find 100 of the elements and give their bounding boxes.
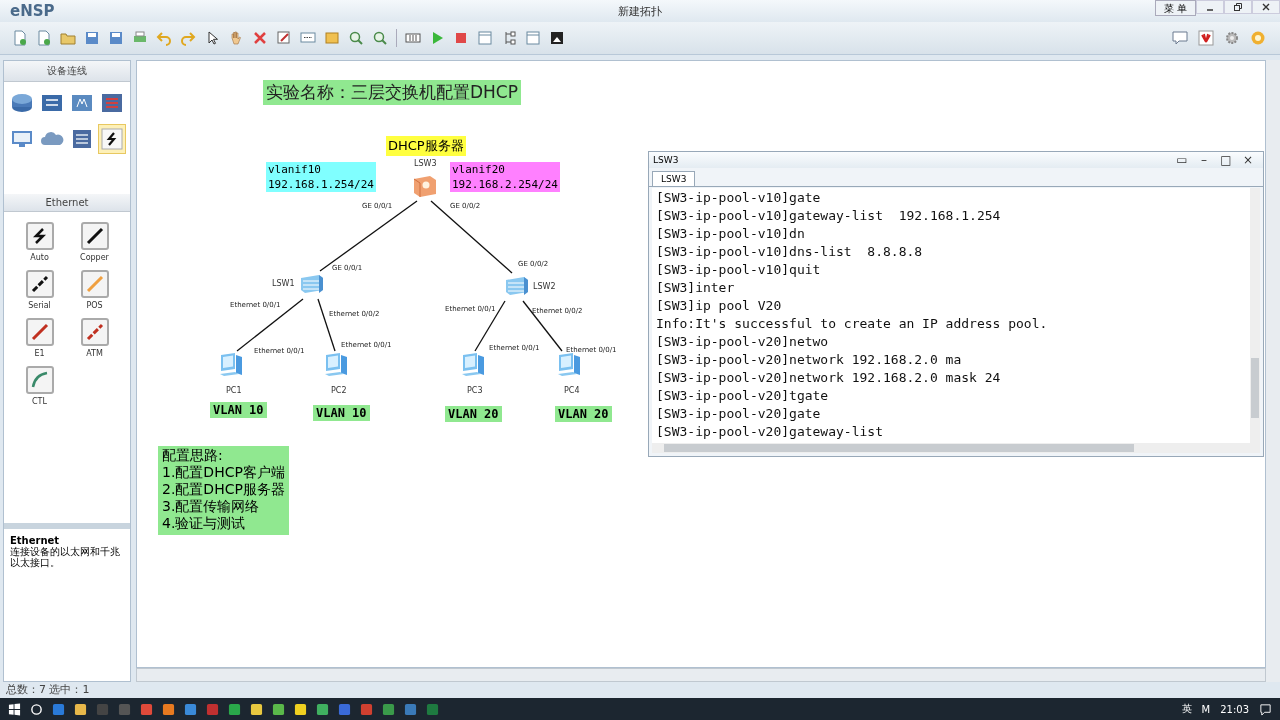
tray-indicator[interactable]: 英 xyxy=(1181,702,1192,716)
vlan-label: VLAN 20 xyxy=(555,406,612,422)
cable-icon[interactable] xyxy=(80,222,109,250)
info-title: Ethernet xyxy=(10,535,61,546)
window-icon[interactable] xyxy=(525,30,541,46)
console-line: [SW3-ip-pool-v20]netwo xyxy=(656,333,830,351)
cable-label: Serial xyxy=(28,301,51,310)
scrollbar[interactable] xyxy=(1250,188,1260,443)
server-label: DHCP服务器 xyxy=(386,136,466,156)
interface-note: vlanif20 192.168.2.254/24 xyxy=(450,162,560,192)
panel-heading: 设备连线 xyxy=(4,61,130,82)
console-line: [SW3-ip-pool-v20]network 192.168.2.0 mask 24 xyxy=(656,369,1002,387)
device-label: LSW2 xyxy=(533,282,556,291)
console-line: [SW3-ip-pool-v10]quit xyxy=(656,261,822,279)
cable-label: Copper xyxy=(80,253,109,262)
console-line: [SW3-ip-pool-v20]network 192.168.2.0 ma xyxy=(656,351,963,369)
app-logo: eNSP xyxy=(10,2,55,20)
console-line: [SW3-ip-pool-v20]gate xyxy=(656,405,822,423)
menu-button[interactable]: 菜 单 xyxy=(1154,0,1196,16)
speech-bubble-icon[interactable] xyxy=(1172,30,1188,46)
taskbar-app-icon[interactable] xyxy=(294,702,307,716)
close-icon[interactable]: × xyxy=(1239,153,1257,167)
console-line: [SW3-ip-pool-v10]gateway-list 192.168.1.254 xyxy=(656,207,1002,225)
grid-icon[interactable] xyxy=(405,30,421,46)
cable-icon xyxy=(100,127,124,151)
scrollbar[interactable] xyxy=(1266,60,1280,682)
cable-label: Auto xyxy=(30,253,49,262)
restore-icon[interactable] xyxy=(1224,0,1252,14)
close-icon[interactable] xyxy=(1252,0,1280,14)
info-text: 连接设备的以太网和千兆以太接口。 xyxy=(10,546,121,568)
device-label: PC3 xyxy=(467,386,483,395)
document-icon[interactable] xyxy=(12,30,28,46)
taskbar-app-icon[interactable] xyxy=(184,702,197,716)
taskbar-app-icon[interactable] xyxy=(382,702,395,716)
status-text: 总数：7 选中：1 xyxy=(5,682,91,698)
settings-icon[interactable] xyxy=(1224,30,1240,46)
edit-icon[interactable] xyxy=(276,30,292,46)
stop-icon[interactable] xyxy=(453,30,469,46)
window-title: 新建拓扑 xyxy=(618,3,662,19)
save-icon[interactable] xyxy=(108,30,124,46)
cable-label: POS xyxy=(86,301,103,310)
taskbar-app-icon[interactable] xyxy=(74,702,87,716)
cable-icon[interactable] xyxy=(25,270,54,298)
device-label: PC4 xyxy=(564,386,580,395)
link-line[interactable] xyxy=(522,300,563,352)
cable-label: ATM xyxy=(86,349,103,358)
scrollbar[interactable] xyxy=(136,668,1266,682)
minimize-icon[interactable] xyxy=(1196,0,1224,14)
device-label: LSW1 xyxy=(272,279,295,288)
folder-icon[interactable] xyxy=(60,30,76,46)
cable-label: E1 xyxy=(34,349,45,358)
vlan-label: VLAN 20 xyxy=(445,406,502,422)
redo-icon[interactable] xyxy=(180,30,196,46)
taskbar-app-icon[interactable] xyxy=(162,702,175,716)
image-icon[interactable] xyxy=(549,30,565,46)
vlan-label: VLAN 10 xyxy=(313,405,370,421)
console-line: [SW3-ip-pool-v10]dns-list 8.8.8.8 xyxy=(656,243,924,261)
comment-icon[interactable] xyxy=(300,30,316,46)
device-label: PC1 xyxy=(226,386,242,395)
interface-note: vlanif10 192.168.1.254/24 xyxy=(266,162,376,192)
cable-icon[interactable] xyxy=(25,222,54,250)
console-line: [SW3-ip-pool-v10]dn xyxy=(656,225,806,243)
zoom-in-icon[interactable] xyxy=(348,30,364,46)
undo-icon[interactable] xyxy=(156,30,172,46)
steps-note: 配置思路: 1.配置DHCP客户端 2.配置DHCP服务器 3.配置传输网络 4.验证与测试 xyxy=(158,446,289,535)
firewall-icon xyxy=(100,91,124,115)
restore-icon[interactable]: ▭ xyxy=(1173,153,1191,167)
document-icon[interactable] xyxy=(36,30,52,46)
console-line: [SW3]ip pool V20 xyxy=(656,297,783,315)
device-label: LSW3 xyxy=(414,159,437,168)
tray-indicator[interactable]: M xyxy=(1201,703,1211,715)
windows-start-icon[interactable] xyxy=(8,702,21,716)
clock[interactable]: 21:03 xyxy=(1220,703,1249,715)
scrollbar[interactable] xyxy=(652,443,1260,453)
vlan-label: VLAN 10 xyxy=(210,402,267,418)
zoom-out-icon[interactable] xyxy=(372,30,388,46)
taskbar-app-icon[interactable] xyxy=(228,702,241,716)
save-icon[interactable] xyxy=(84,30,100,46)
hand-icon[interactable] xyxy=(228,30,244,46)
cable-label: CTL xyxy=(32,397,47,406)
minimize-icon[interactable]: – xyxy=(1195,153,1213,167)
taskbar-app-icon[interactable] xyxy=(272,702,285,716)
console-line: Info:It's successful to create an IP address pool. xyxy=(656,315,1049,333)
console-line: [SW3-ip-pool-v20]tgate xyxy=(656,387,830,405)
rect-icon[interactable] xyxy=(324,30,340,46)
maximize-icon[interactable]: □ xyxy=(1217,153,1235,167)
console-line: [SW3-ip-pool-v10]gate xyxy=(656,189,822,207)
search-icon[interactable] xyxy=(30,702,43,716)
taskbar-app-icon[interactable] xyxy=(250,702,263,716)
window-icon[interactable] xyxy=(477,30,493,46)
console-tab[interactable]: LSW3 xyxy=(652,171,696,186)
taskbar-app-icon[interactable] xyxy=(316,702,329,716)
router-icon xyxy=(10,91,34,115)
link-line[interactable] xyxy=(430,200,513,274)
experiment-title: 实验名称：三层交换机配置DHCP xyxy=(263,80,521,105)
delete-icon[interactable] xyxy=(252,30,268,46)
device-category-tile[interactable] xyxy=(98,124,126,154)
device-label: PC2 xyxy=(331,386,347,395)
console-line: [SW3]inter xyxy=(656,279,736,297)
notification-icon[interactable] xyxy=(1259,702,1272,716)
